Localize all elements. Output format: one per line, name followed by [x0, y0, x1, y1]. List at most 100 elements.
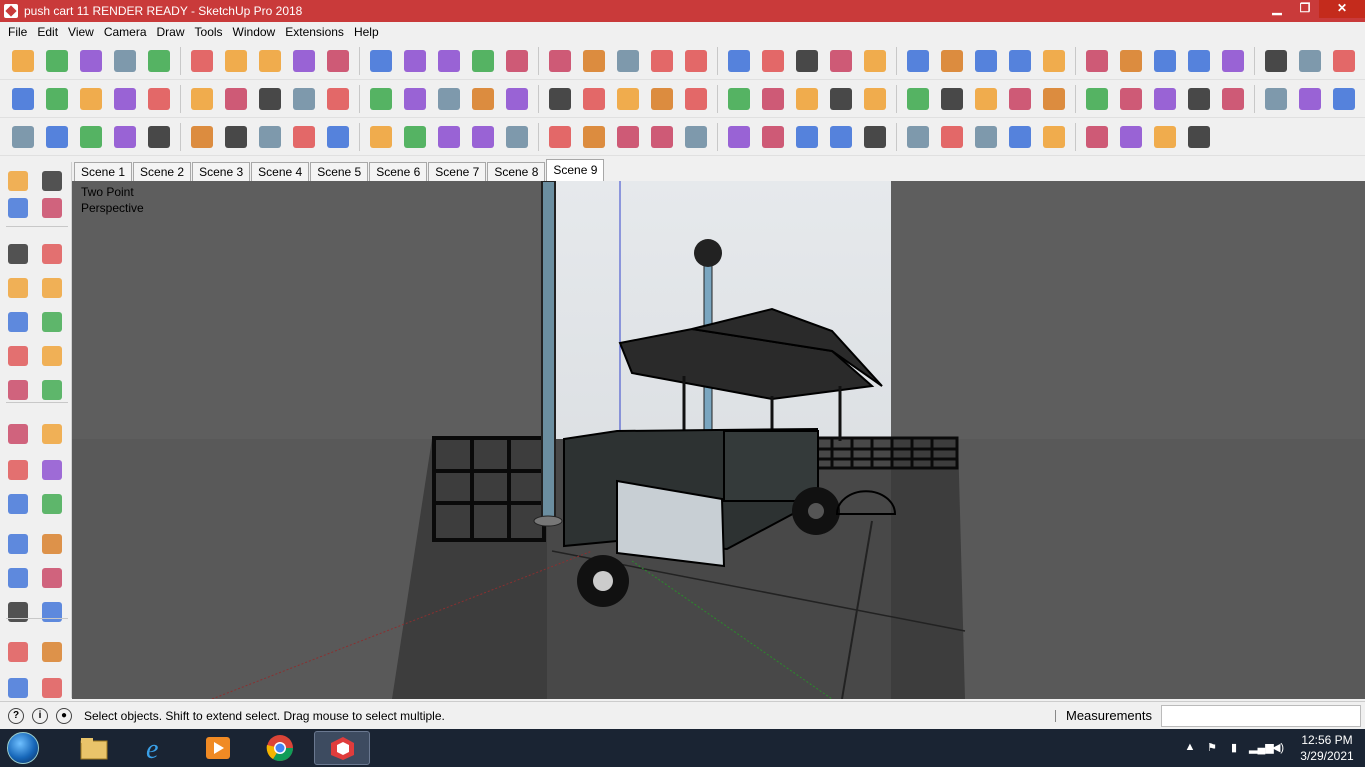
- help-icon[interactable]: ?: [8, 707, 24, 724]
- intersect-icon[interactable]: [858, 83, 892, 115]
- triangle-icon[interactable]: [432, 83, 466, 115]
- grass-icon[interactable]: [722, 83, 756, 115]
- circle-icon[interactable]: [398, 83, 432, 115]
- arrows-icon[interactable]: [722, 121, 756, 153]
- tab-scene-7[interactable]: Scene 7: [428, 162, 487, 181]
- arc-icon[interactable]: [4, 342, 32, 370]
- teapot-icon[interactable]: [40, 83, 74, 115]
- menu-camera[interactable]: Camera: [99, 25, 152, 39]
- shapes-icon[interactable]: [500, 121, 534, 153]
- tape-measure-icon[interactable]: [466, 45, 500, 77]
- rotate-icon[interactable]: [398, 45, 432, 77]
- drape-icon[interactable]: [108, 121, 142, 153]
- tab-scene-2[interactable]: Scene 2: [133, 162, 192, 181]
- text-icon[interactable]: [38, 564, 66, 592]
- dropdown-icon[interactable]: [185, 45, 219, 77]
- push-pull-icon[interactable]: [38, 420, 66, 448]
- file-explorer-icon[interactable]: [66, 731, 122, 765]
- trees-icon[interactable]: [287, 121, 321, 153]
- red-view-icon[interactable]: [1182, 45, 1216, 77]
- menu-help[interactable]: Help: [349, 25, 384, 39]
- 3d-warehouse-icon[interactable]: [722, 45, 756, 77]
- blue-plane-icon[interactable]: [679, 121, 713, 153]
- orange-cube-icon[interactable]: [969, 121, 1003, 153]
- menu-tools[interactable]: Tools: [190, 25, 228, 39]
- flip-along-icon[interactable]: [611, 121, 645, 153]
- zoom-icon[interactable]: [4, 674, 32, 702]
- grid-icon[interactable]: [40, 121, 74, 153]
- select-icon[interactable]: [6, 45, 40, 77]
- axis-icon[interactable]: [1114, 121, 1148, 153]
- fredo-icon[interactable]: [398, 121, 432, 153]
- scale-icon[interactable]: [432, 45, 466, 77]
- undo-icon[interactable]: [858, 121, 892, 153]
- zoom-extents-icon[interactable]: [1259, 83, 1293, 115]
- arrows-icon[interactable]: [756, 121, 790, 153]
- select-icon[interactable]: [4, 167, 32, 195]
- layout-icon[interactable]: [790, 45, 824, 77]
- blue-view-icon[interactable]: [1148, 45, 1182, 77]
- style-icon[interactable]: [6, 83, 40, 115]
- pencil-icon[interactable]: [74, 45, 108, 77]
- cloud-icon[interactable]: [108, 83, 142, 115]
- tab-scene-8[interactable]: Scene 8: [487, 162, 546, 181]
- blue-cube-icon[interactable]: [645, 121, 679, 153]
- axes-icon[interactable]: [4, 598, 32, 626]
- flip-icon[interactable]: [219, 121, 253, 153]
- volume-icon[interactable]: ◀): [1271, 741, 1285, 755]
- protractor-icon[interactable]: [1148, 121, 1182, 153]
- tab-scene-1[interactable]: Scene 1: [74, 162, 133, 181]
- clock[interactable]: 12:56 PM 3/29/2021: [1289, 732, 1365, 764]
- green-view-icon[interactable]: [1216, 45, 1250, 77]
- power-icon[interactable]: ▮: [1227, 741, 1241, 755]
- orbit-icon[interactable]: [577, 45, 611, 77]
- monochrome-icon[interactable]: [1037, 83, 1071, 115]
- menu-view[interactable]: View: [63, 25, 99, 39]
- ruby-icon[interactable]: [824, 45, 858, 77]
- paint-bucket-icon[interactable]: [543, 45, 577, 77]
- move-icon[interactable]: [4, 420, 32, 448]
- user-icon[interactable]: ●: [56, 707, 72, 724]
- tab-scene-4[interactable]: Scene 4: [251, 162, 310, 181]
- scale-icon[interactable]: [4, 490, 32, 518]
- cube-icon[interactable]: [1003, 121, 1037, 153]
- textured-icon[interactable]: [1003, 83, 1037, 115]
- pan-icon[interactable]: [1148, 83, 1182, 115]
- circle-icon[interactable]: [4, 308, 32, 336]
- dome-icon[interactable]: [543, 83, 577, 115]
- box-icon[interactable]: [287, 83, 321, 115]
- eraser-icon[interactable]: [756, 83, 790, 115]
- pan-icon[interactable]: [611, 45, 645, 77]
- dropdown-icon[interactable]: [253, 45, 287, 77]
- blob-icon[interactable]: [466, 121, 500, 153]
- two-point-arc-icon[interactable]: [38, 342, 66, 370]
- rotated-rectangle-icon[interactable]: [38, 274, 66, 302]
- protractor-icon[interactable]: [4, 564, 32, 592]
- box-icon[interactable]: [645, 83, 679, 115]
- start-button[interactable]: [0, 729, 46, 767]
- sketchup-icon[interactable]: [314, 731, 370, 765]
- minimize-button[interactable]: ▁: [1263, 0, 1291, 18]
- red-view-icon[interactable]: [1114, 45, 1148, 77]
- redo-icon[interactable]: [901, 121, 935, 153]
- chrome-icon[interactable]: [252, 731, 308, 765]
- home-icon[interactable]: [935, 45, 969, 77]
- funnel-icon[interactable]: [364, 83, 398, 115]
- walk-icon[interactable]: [1327, 83, 1361, 115]
- tab-scene-5[interactable]: Scene 5: [310, 162, 369, 181]
- zoom-icon[interactable]: [645, 45, 679, 77]
- xray-icon[interactable]: [1080, 83, 1114, 115]
- solid-tools-icon[interactable]: [6, 121, 40, 153]
- freehand-icon[interactable]: [38, 240, 66, 268]
- text-icon[interactable]: [500, 45, 534, 77]
- previous-icon[interactable]: [1293, 83, 1327, 115]
- rectangle-icon[interactable]: [4, 274, 32, 302]
- hidden-line-icon[interactable]: [935, 83, 969, 115]
- smoove-icon[interactable]: [142, 121, 176, 153]
- network-icon[interactable]: ▂▄▆: [1249, 741, 1274, 755]
- push-pull-icon[interactable]: [287, 45, 321, 77]
- trees-icon[interactable]: [321, 121, 355, 153]
- measurements-input[interactable]: [1161, 705, 1361, 727]
- zoom-window-icon[interactable]: [1216, 83, 1250, 115]
- rotate-icon[interactable]: [4, 456, 32, 484]
